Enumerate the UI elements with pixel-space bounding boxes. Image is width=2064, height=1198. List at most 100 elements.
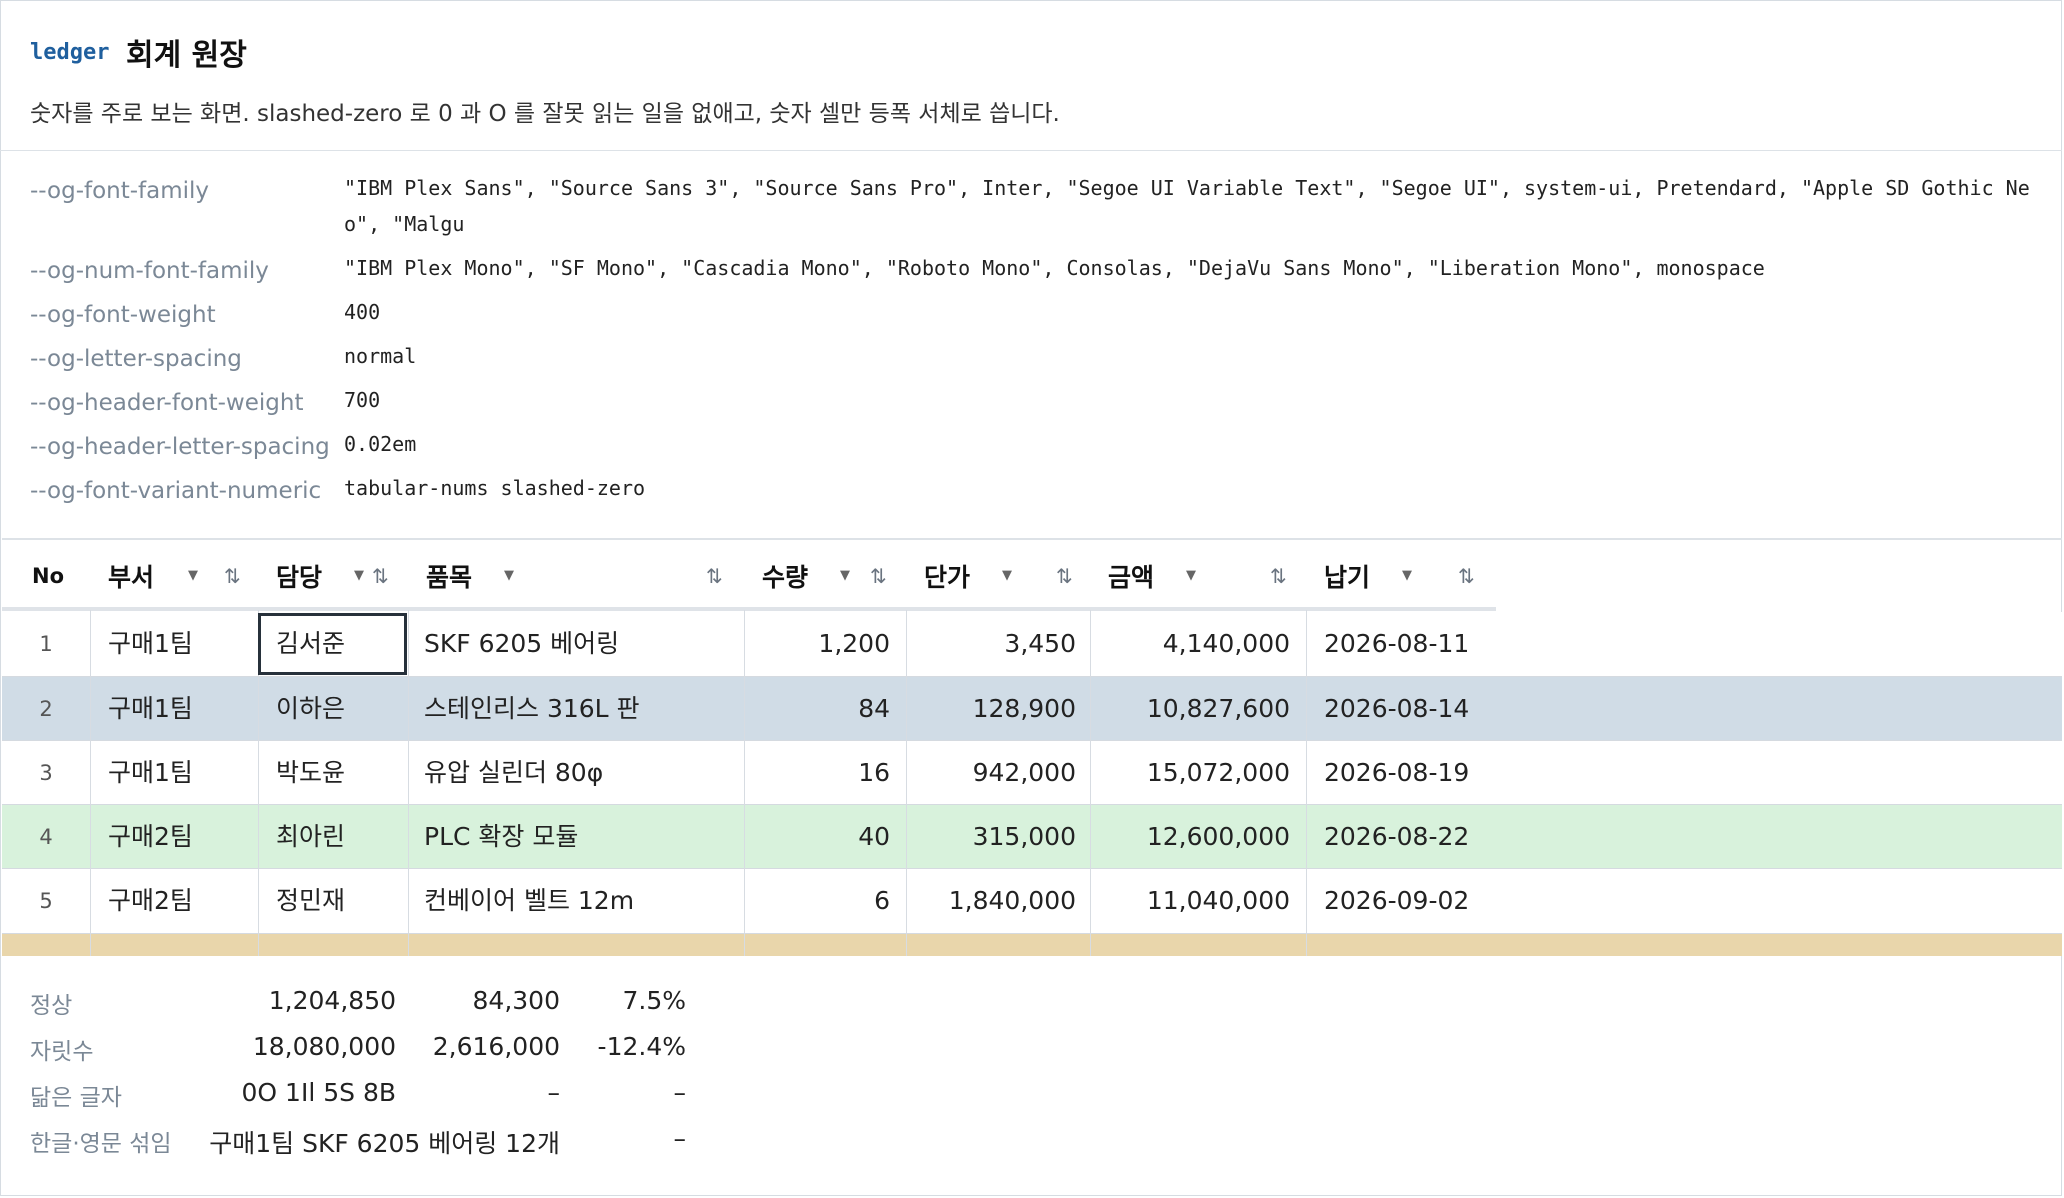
prop-key: --og-header-font-weight	[30, 390, 304, 416]
table-row[interactable]: 2 구매1팀 이하은 스테인리스 316L 판 84 128,900 10,82…	[2, 677, 2062, 741]
cell-no[interactable]: 4	[2, 805, 90, 869]
cell-item[interactable]: 스테인리스 316L 판	[424, 677, 640, 741]
summary-label: 한글·영문 섞임	[30, 1131, 172, 1157]
cell-dept[interactable]: 구매2팀	[108, 869, 193, 933]
prop-key: --og-font-family	[30, 178, 210, 204]
cell-due[interactable]: 2026-08-22	[1324, 805, 1469, 869]
totals-row	[2, 934, 2062, 956]
column-divider	[906, 610, 907, 956]
cell-price[interactable]: 128,900	[908, 677, 1076, 741]
header-underline	[2, 607, 1496, 611]
prop-key: --og-font-weight	[30, 302, 216, 328]
column-header-qty[interactable]: 수량 ▼ ⇅	[746, 540, 906, 610]
summary-row: 정상 1,204,850 84,300 7.5%	[30, 986, 730, 1026]
cell-owner[interactable]: 정민재	[276, 869, 345, 933]
cell-qty[interactable]: 16	[746, 741, 890, 805]
column-header-amount[interactable]: 금액 ▼ ⇅	[1092, 540, 1306, 610]
prop-value: 700	[344, 388, 381, 412]
column-label: 단가	[924, 563, 971, 592]
cell-due[interactable]: 2026-09-02	[1324, 869, 1469, 933]
sort-arrows-icon[interactable]: ⇅	[224, 564, 241, 588]
divider	[0, 150, 2062, 151]
cell-item[interactable]: 유압 실린더 80φ	[424, 741, 603, 805]
cell-no[interactable]: 2	[2, 677, 90, 741]
summary-row: 한글·영문 섞임 구매1팀 SKF 6205 베어링 12개 –	[30, 1124, 730, 1164]
cell-item[interactable]: PLC 확장 모듈	[424, 805, 578, 869]
selected-cell-outline[interactable]	[258, 613, 407, 675]
prop-value: 0.02em	[344, 432, 417, 456]
column-header-price[interactable]: 단가 ▼ ⇅	[908, 540, 1090, 610]
sort-arrows-icon[interactable]: ⇅	[1270, 564, 1287, 588]
dropdown-arrow-icon[interactable]: ▼	[1402, 568, 1412, 583]
summary-value-c: –	[673, 1124, 687, 1153]
column-label: 담당	[276, 563, 323, 592]
page-subtitle: 숫자를 주로 보는 화면. slashed-zero 로 0 과 O 를 잘못 …	[30, 101, 1060, 127]
dropdown-arrow-icon[interactable]: ▼	[188, 568, 198, 583]
table-row[interactable]: 3 구매1팀 박도윤 유압 실린더 80φ 16 942,000 15,072,…	[2, 741, 2062, 805]
column-divider	[744, 610, 745, 956]
summary-label: 자릿수	[30, 1039, 94, 1065]
cell-due[interactable]: 2026-08-14	[1324, 677, 1469, 741]
column-label: 부서	[108, 563, 155, 592]
cell-dept[interactable]: 구매2팀	[108, 805, 193, 869]
summary-value-a: 18,080,000	[252, 1032, 396, 1061]
row-divider	[2, 740, 2062, 741]
sort-arrows-icon[interactable]: ⇅	[870, 564, 887, 588]
cell-owner[interactable]: 박도윤	[276, 741, 345, 805]
cell-no[interactable]: 3	[2, 741, 90, 805]
sort-arrows-icon[interactable]: ⇅	[1056, 564, 1073, 588]
cell-item[interactable]: 컨베이어 벨트 12m	[424, 869, 634, 933]
cell-due[interactable]: 2026-08-19	[1324, 741, 1469, 805]
cell-dept[interactable]: 구매1팀	[108, 677, 193, 741]
summary-label: 닮은 글자	[30, 1085, 122, 1111]
summary-value-b: –	[547, 1078, 561, 1107]
cell-no[interactable]: 1	[2, 612, 90, 676]
prop-key: --og-letter-spacing	[30, 346, 242, 372]
cell-no[interactable]: 5	[2, 869, 90, 933]
cell-price[interactable]: 3,450	[908, 612, 1076, 676]
column-header-owner[interactable]: 담당 ▼ ⇅	[260, 540, 408, 610]
cell-amount[interactable]: 4,140,000	[1092, 612, 1290, 676]
column-divider	[90, 610, 91, 956]
table-row[interactable]: 4 구매2팀 최아린 PLC 확장 모듈 40 315,000 12,600,0…	[2, 805, 2062, 869]
dropdown-arrow-icon[interactable]: ▼	[354, 568, 364, 583]
column-divider	[1306, 610, 1307, 956]
row-divider	[2, 868, 2062, 869]
sort-arrows-icon[interactable]: ⇅	[706, 564, 723, 588]
cell-owner[interactable]: 최아린	[276, 805, 345, 869]
ledger-badge: ledger	[30, 40, 110, 65]
dropdown-arrow-icon[interactable]: ▼	[504, 568, 514, 583]
column-label: 품목	[426, 563, 473, 592]
column-header-no[interactable]: No	[2, 540, 90, 610]
cell-dept[interactable]: 구매1팀	[108, 612, 193, 676]
dropdown-arrow-icon[interactable]: ▼	[1186, 568, 1196, 583]
cell-amount[interactable]: 12,600,000	[1092, 805, 1290, 869]
cell-item[interactable]: SKF 6205 베어링	[424, 612, 619, 676]
column-header-item[interactable]: 품목 ▼ ⇅	[410, 540, 744, 610]
sort-arrows-icon[interactable]: ⇅	[372, 564, 389, 588]
column-header-due[interactable]: 납기 ▼ ⇅	[1308, 540, 1494, 610]
cell-qty[interactable]: 84	[746, 677, 890, 741]
row-divider	[2, 676, 2062, 677]
cell-price[interactable]: 315,000	[908, 805, 1076, 869]
cell-price[interactable]: 942,000	[908, 741, 1076, 805]
cell-qty[interactable]: 1,200	[746, 612, 890, 676]
prop-key: --og-font-variant-numeric	[30, 478, 322, 504]
prop-value: "IBM Plex Sans", "Source Sans 3", "Sourc…	[344, 176, 2030, 236]
cell-due[interactable]: 2026-08-11	[1324, 612, 1469, 676]
cell-dept[interactable]: 구매1팀	[108, 741, 193, 805]
dropdown-arrow-icon[interactable]: ▼	[840, 568, 850, 583]
summary-value-c: -12.4%	[597, 1032, 686, 1061]
cell-amount[interactable]: 15,072,000	[1092, 741, 1290, 805]
cell-amount[interactable]: 10,827,600	[1092, 677, 1290, 741]
cell-amount[interactable]: 11,040,000	[1092, 869, 1290, 933]
dropdown-arrow-icon[interactable]: ▼	[1002, 568, 1012, 583]
sort-arrows-icon[interactable]: ⇅	[1458, 564, 1475, 588]
column-header-dept[interactable]: 부서 ▼ ⇅	[92, 540, 258, 610]
cell-qty[interactable]: 40	[746, 805, 890, 869]
cell-qty[interactable]: 6	[746, 869, 890, 933]
cell-owner[interactable]: 이하은	[276, 677, 345, 741]
table-row[interactable]: 5 구매2팀 정민재 컨베이어 벨트 12m 6 1,840,000 11,04…	[2, 869, 2062, 933]
cell-price[interactable]: 1,840,000	[908, 869, 1076, 933]
summary-value-a: 구매1팀 SKF 6205 베어링 12개	[209, 1129, 560, 1158]
